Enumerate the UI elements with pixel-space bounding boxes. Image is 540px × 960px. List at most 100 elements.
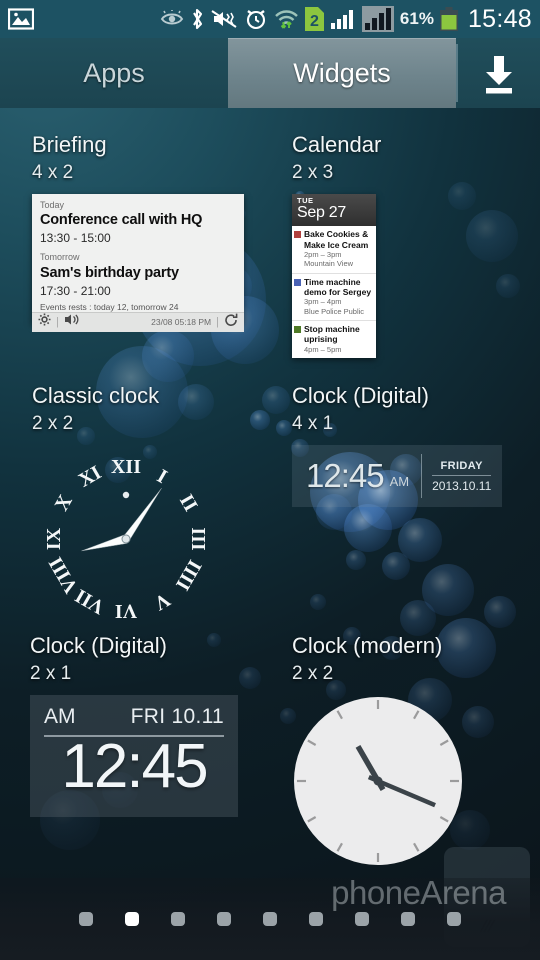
calendar-event-title: Bake Cookies & xyxy=(304,229,369,240)
widget-preview-digital-compact[interactable]: AM FRI 10.11 12:45 xyxy=(30,695,238,818)
signal-1-icon xyxy=(330,8,356,30)
widget-size: 4 x 1 xyxy=(292,413,334,435)
widget-preview-briefing[interactable]: Today Conference call with HQ 13:30 - 15… xyxy=(32,194,244,332)
widget-size: 2 x 2 xyxy=(32,413,74,435)
status-bar[interactable]: 2 61% 15:48 xyxy=(0,0,540,38)
clock-numeral: II xyxy=(175,491,202,516)
page-dot[interactable] xyxy=(401,912,415,926)
digital-compact-time: 12:45 xyxy=(61,732,208,802)
page-dot[interactable] xyxy=(355,912,369,926)
page-dot-active[interactable] xyxy=(125,912,139,926)
status-clock: 15:48 xyxy=(467,4,532,33)
clock-numeral: VI xyxy=(115,600,137,622)
gear-icon xyxy=(38,313,51,331)
calendar-date: Sep 27 xyxy=(297,204,346,222)
calendar-event-row: Bake Cookies & Make Ice Cream 2pm – 3pm … xyxy=(292,226,376,274)
clock-numeral: XI xyxy=(75,462,105,492)
page-dot[interactable] xyxy=(171,912,185,926)
widget-item-clock-modern[interactable]: Clock (modern) 2 x 2 xyxy=(292,633,464,867)
calendar-event-time: 4pm – 5pm xyxy=(304,344,342,354)
calendar-event-time: 2pm – 3pm xyxy=(304,249,342,259)
smart-stay-icon xyxy=(160,10,184,28)
tab-apps-label: Apps xyxy=(83,57,145,88)
widget-title: Clock (modern) xyxy=(292,633,443,658)
briefing-time-2: 17:30 - 21:00 xyxy=(40,283,111,298)
widget-title: Clock (Digital) xyxy=(30,633,167,658)
widget-title: Briefing xyxy=(32,132,107,157)
download-icon xyxy=(476,50,522,96)
widget-preview-calendar[interactable]: TUE Sep 27 Bake Cookies & Make Ice Cream… xyxy=(292,194,381,359)
digital-wide-dow: FRIDAY xyxy=(440,459,483,472)
classic-clock-face: XII IIIIIIIIIIVVIVIIVIIIIXXXI xyxy=(43,456,209,622)
gallery-icon xyxy=(8,8,34,30)
page-indicator[interactable] xyxy=(0,878,540,960)
calendar-event-color xyxy=(294,326,301,334)
digital-compact-date: FRI 10.11 xyxy=(130,705,224,729)
calendar-header: TUE Sep 27 xyxy=(292,194,376,227)
widget-item-clock-digital-4x1[interactable]: Clock (Digital) 4 x 1 12:45 AM FRIDAY 20… xyxy=(292,383,502,508)
widget-item-classic-clock[interactable]: Classic clock 2 x 2 XII I II III IIII V VI VII V… xyxy=(32,383,220,633)
widget-grid[interactable]: Briefing 4 x 2 Today Conference call wit… xyxy=(0,108,540,878)
briefing-day-1: Today xyxy=(40,200,65,211)
page-dot[interactable] xyxy=(217,912,231,926)
calendar-event-row: Stop machine uprising 4pm – 5pm xyxy=(292,321,376,358)
calendar-event-location: Mountain View xyxy=(304,259,354,269)
clock-numeral: V xyxy=(150,588,174,615)
modern-clock-face xyxy=(294,697,462,866)
widget-size: 4 x 2 xyxy=(32,162,74,184)
clock-numeral: X xyxy=(51,491,78,515)
widget-title: Clock (Digital) xyxy=(292,383,429,408)
clock-numeral: IX xyxy=(43,527,65,550)
widget-size: 2 x 2 xyxy=(292,663,334,685)
widget-item-clock-digital-2x1[interactable]: Clock (Digital) 2 x 1 AM FRI 10.11 12:45 xyxy=(30,633,238,818)
widget-preview-modern-clock[interactable] xyxy=(292,695,464,867)
briefing-speaker-icon xyxy=(64,313,79,331)
calendar-event-row: Time machine demo for Sergey 3pm – 4pm B… xyxy=(292,274,376,322)
digital-compact-ampm: AM xyxy=(44,705,76,729)
widget-preview-digital-wide[interactable]: 12:45 AM FRIDAY 2013.10.11 xyxy=(292,445,502,508)
briefing-event-2: Sam's birthday party xyxy=(40,264,179,281)
briefing-day-2: Tomorrow xyxy=(40,252,80,263)
clock-numeral: VIII xyxy=(45,553,83,597)
calendar-event-color xyxy=(294,278,301,286)
briefing-sep-2: | xyxy=(216,316,219,329)
clock-numeral: III xyxy=(187,527,209,551)
tab-widgets[interactable]: Widgets xyxy=(228,38,456,108)
widget-size: 2 x 3 xyxy=(292,162,334,184)
page-dot[interactable] xyxy=(263,912,277,926)
refresh-icon[interactable] xyxy=(224,313,238,332)
tab-widgets-label: Widgets xyxy=(293,58,391,88)
briefing-rest-text: Events rests : today 12, tomorrow 24 xyxy=(40,301,179,312)
clock-hand xyxy=(81,534,128,552)
svg-text:2: 2 xyxy=(310,13,319,30)
digital-wide-ampm: AM xyxy=(389,473,410,489)
briefing-time-1: 13:30 - 15:00 xyxy=(40,231,111,246)
widget-preview-classic-clock[interactable]: XII I II III IIII V VI VII VIII IX X XI xyxy=(32,445,220,633)
clock-numeral: XII xyxy=(111,456,141,478)
calendar-event-location: Blue Police Public xyxy=(304,306,365,316)
digital-wide-rule xyxy=(432,474,492,476)
briefing-footer-date: 23/08 05:18 PM xyxy=(151,317,212,328)
digital-wide-time: 12:45 xyxy=(306,457,385,495)
briefing-event-1: Conference call with HQ xyxy=(40,212,203,229)
page-dot[interactable] xyxy=(447,912,461,926)
tab-bar[interactable]: Apps Widgets xyxy=(0,38,540,108)
sim2-icon: 2 xyxy=(304,7,324,31)
widget-title: Classic clock xyxy=(32,383,160,408)
page-dot[interactable] xyxy=(79,912,93,926)
calendar-event-title-2: uprising xyxy=(304,334,338,345)
tab-apps[interactable]: Apps xyxy=(0,38,228,108)
battery-percent-label: 61% xyxy=(399,9,434,28)
page-dot[interactable] xyxy=(309,912,323,926)
briefing-sep-1: | xyxy=(56,316,59,329)
calendar-event-time: 3pm – 4pm xyxy=(304,297,342,307)
widget-size: 2 x 1 xyxy=(30,663,72,685)
wifi-icon xyxy=(274,8,299,31)
digital-wide-divider xyxy=(421,454,423,499)
widget-item-calendar[interactable]: Calendar 2 x 3 TUE Sep 27 Bake Cookies &… xyxy=(292,132,381,359)
widget-item-briefing[interactable]: Briefing 4 x 2 Today Conference call wit… xyxy=(32,132,244,332)
download-apps-button[interactable] xyxy=(458,38,540,108)
digital-wide-date: 2013.10.11 xyxy=(432,478,492,493)
battery-icon xyxy=(439,7,458,31)
signal-2-icon xyxy=(361,6,394,32)
